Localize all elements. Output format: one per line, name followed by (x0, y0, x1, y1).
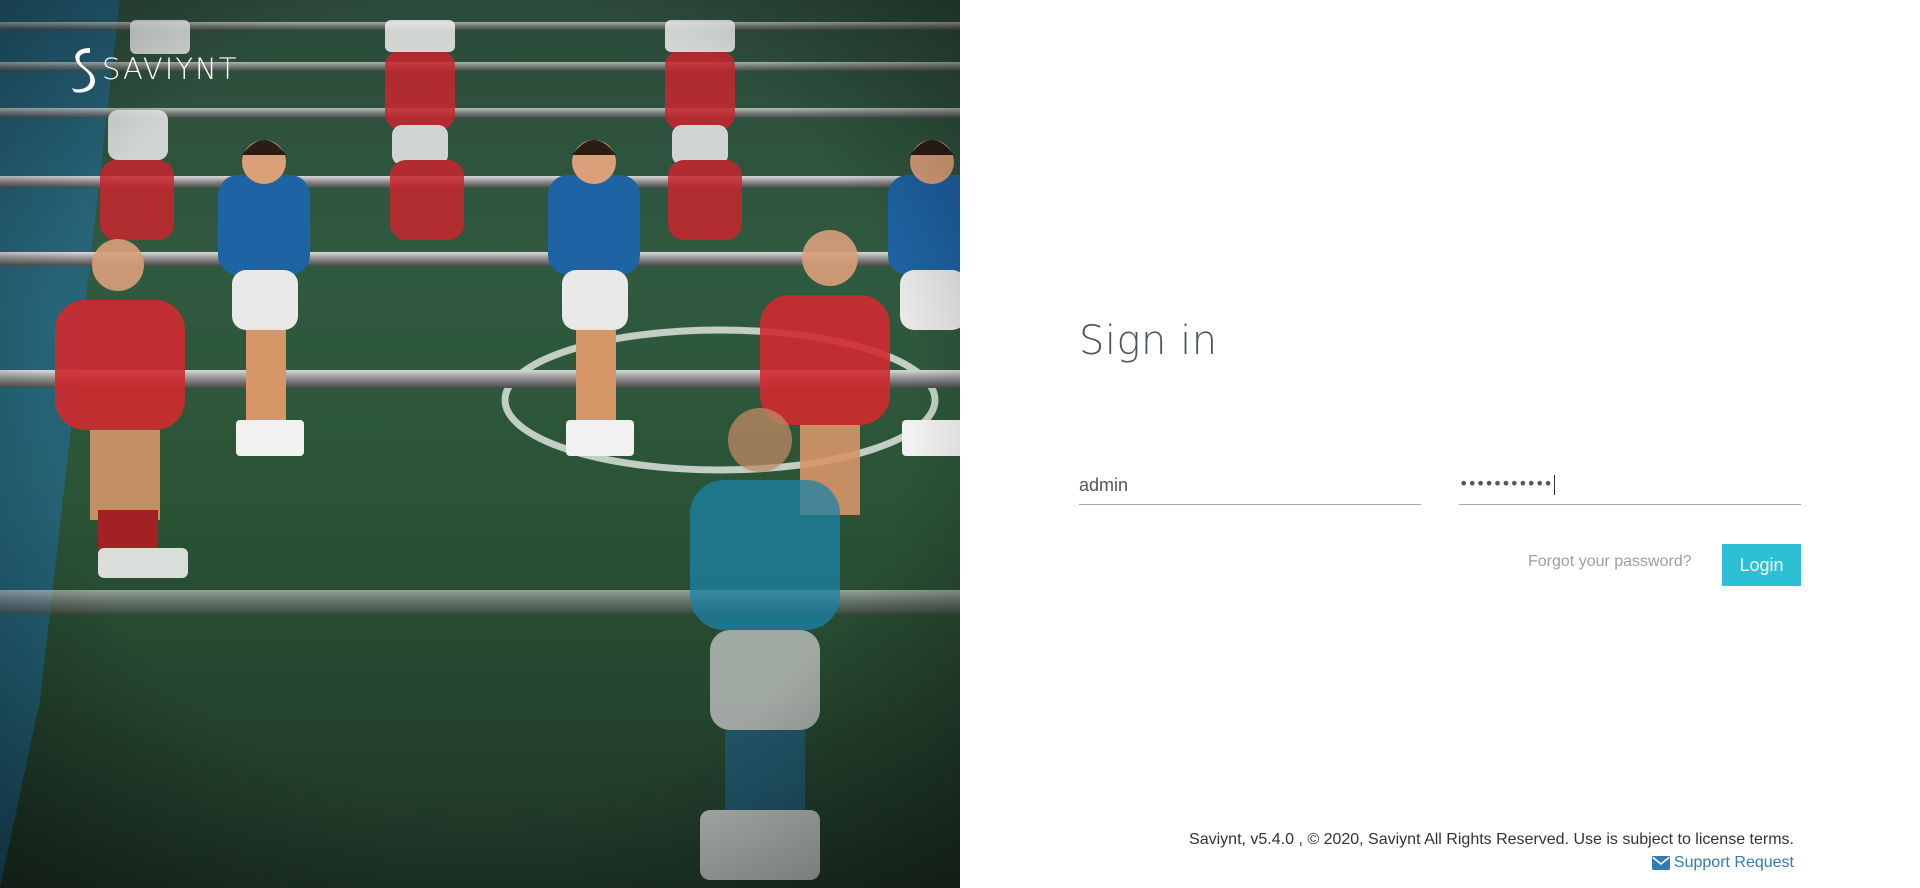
support-request-label: Support Request (1673, 854, 1794, 871)
password-masked-value: ••••••••••• (1459, 474, 1553, 493)
password-input[interactable]: ••••••••••• (1459, 474, 1555, 495)
forgot-password-link[interactable]: Forgot your password? (1528, 553, 1692, 571)
foosball-photo-illustration (0, 0, 960, 888)
username-input[interactable] (1079, 468, 1421, 502)
hero-image: SAVIYNT (0, 0, 960, 888)
envelope-icon (1651, 856, 1670, 870)
login-button[interactable]: Login (1722, 544, 1801, 586)
saviynt-logo: SAVIYNT (68, 45, 238, 93)
text-caret (1553, 474, 1555, 495)
username-field[interactable] (1079, 468, 1421, 505)
password-field[interactable]: ••••••••••• (1459, 468, 1801, 505)
brand-name: SAVIYNT (102, 52, 239, 86)
copyright-text: Saviynt, v5.4.0 , © 2020, Saviynt All Ri… (1189, 831, 1794, 848)
support-request-link[interactable]: Support Request (1651, 854, 1794, 872)
saviynt-s-logo-icon (72, 48, 95, 93)
page-title: Sign in (1079, 318, 1218, 364)
signin-panel: Sign in ••••••••••• Forgot your password… (960, 0, 1920, 888)
